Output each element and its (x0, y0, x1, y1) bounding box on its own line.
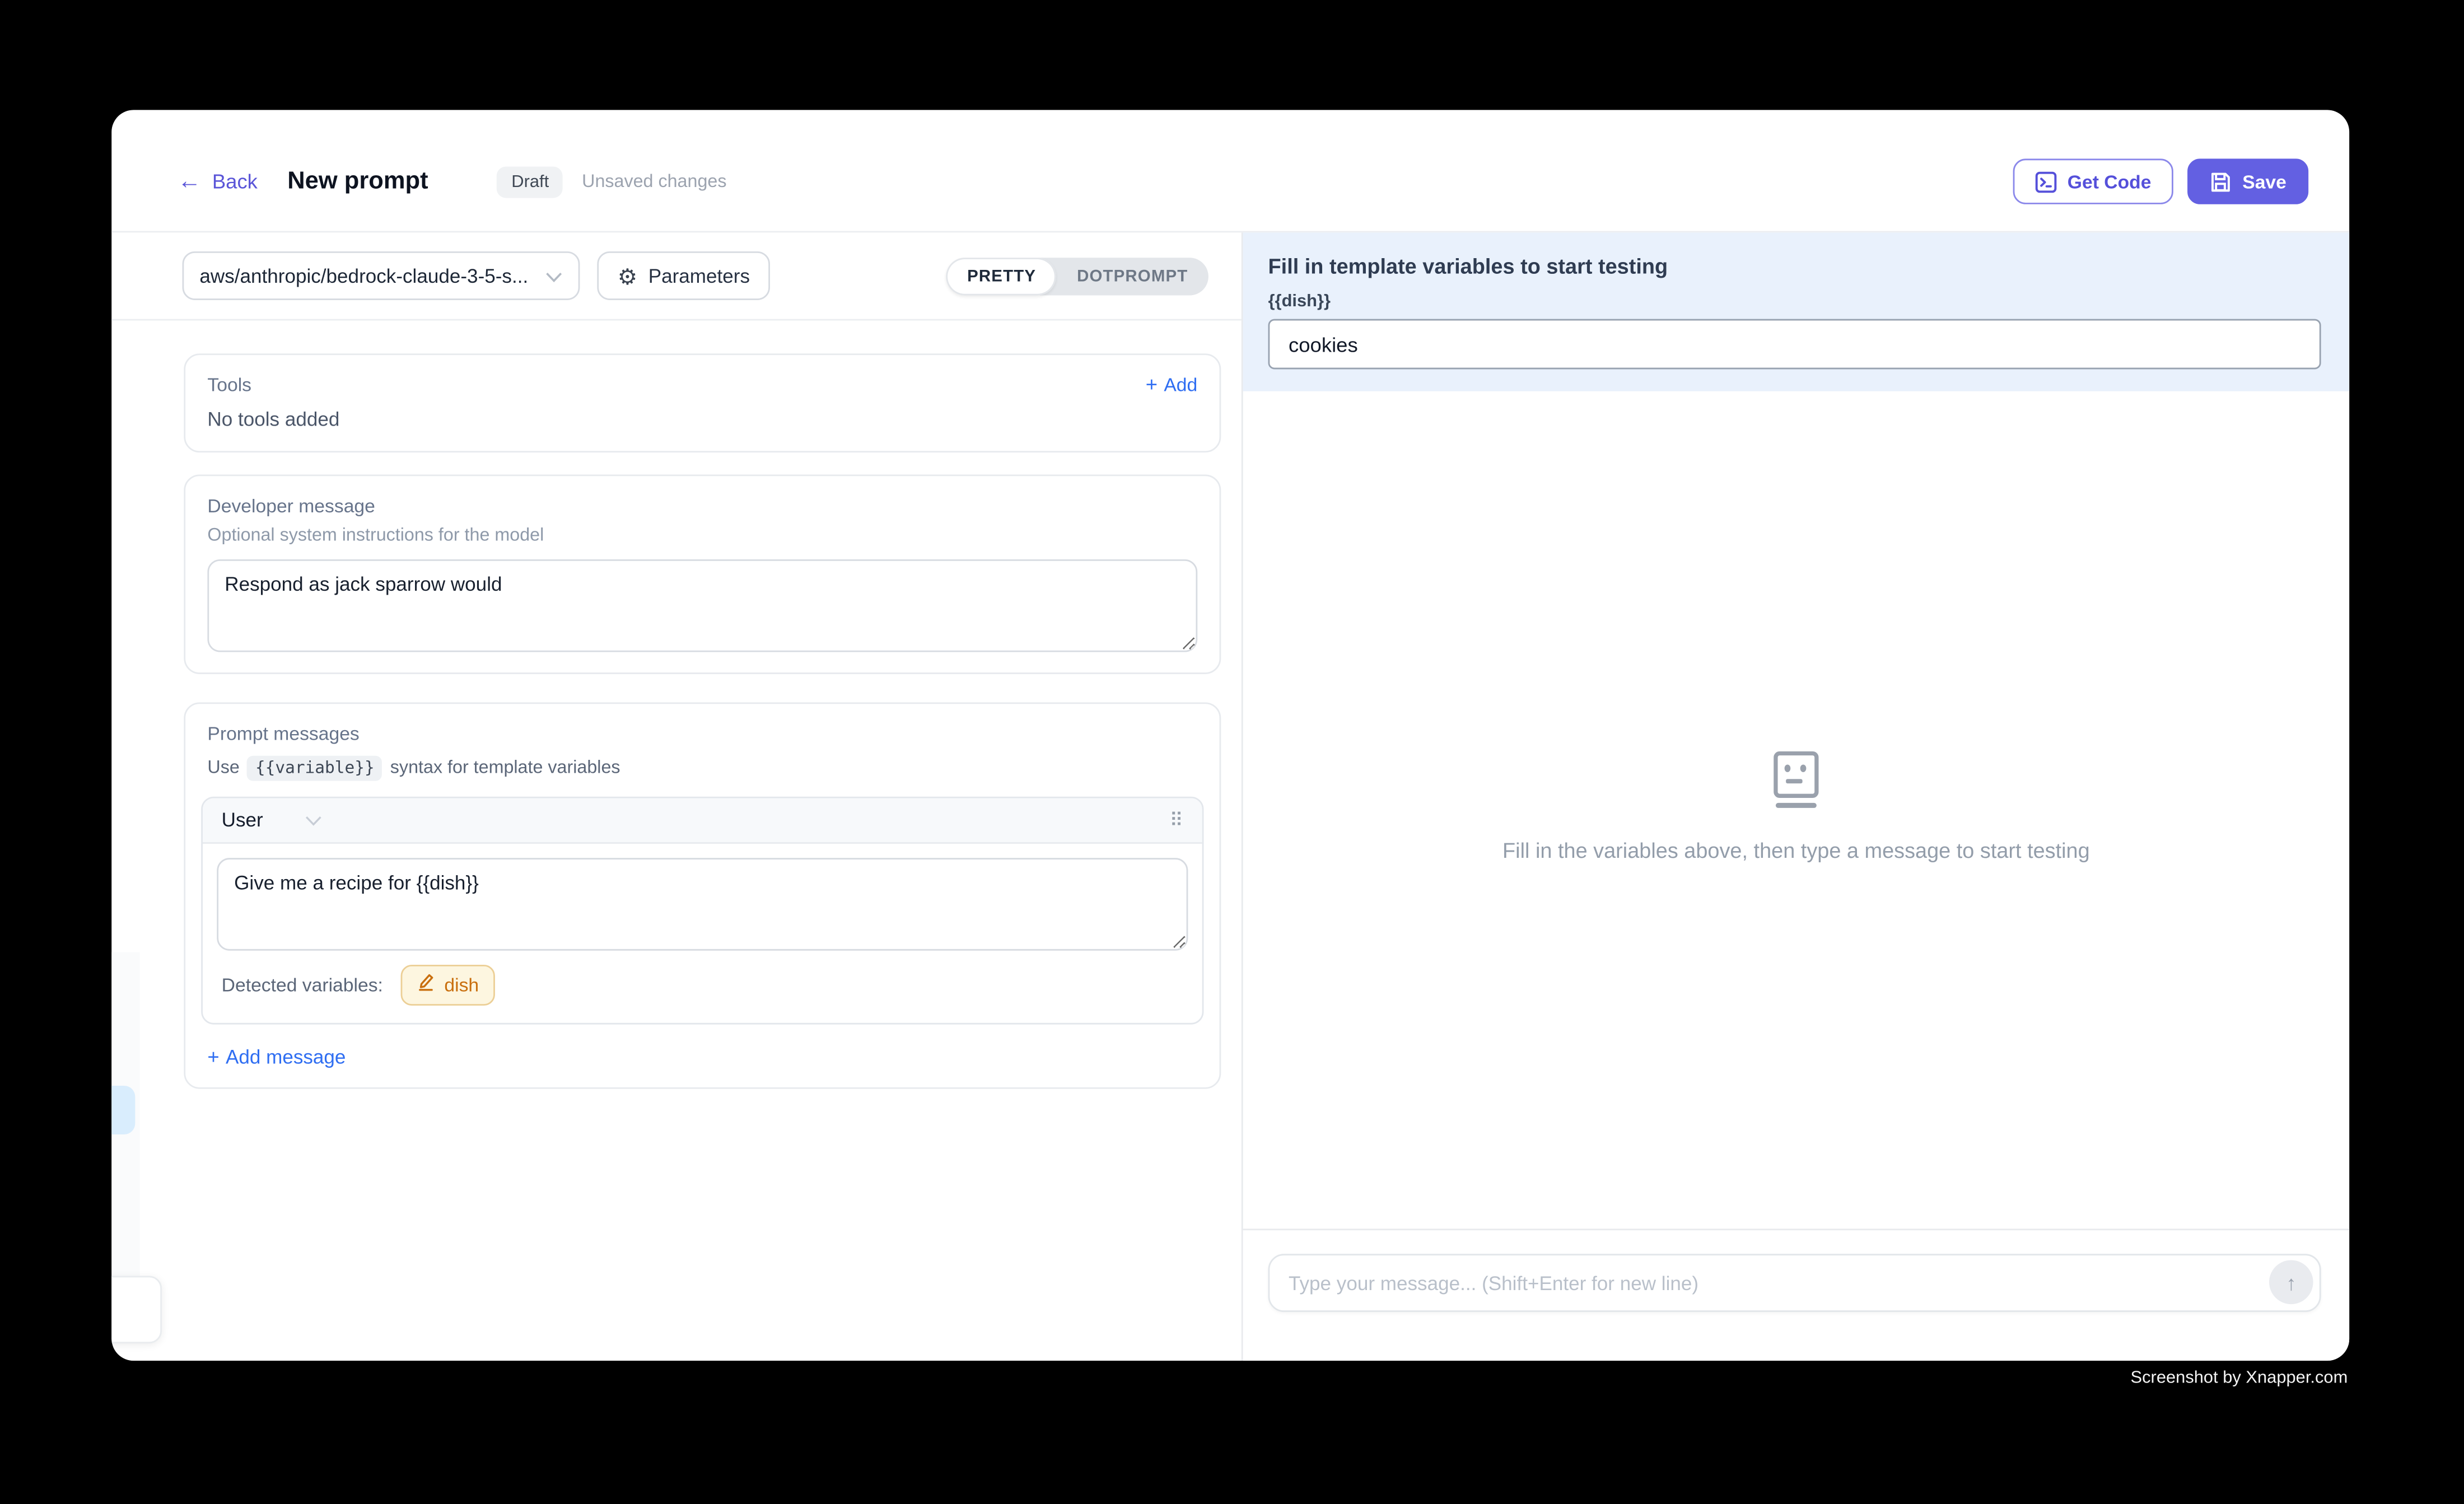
developer-message-card: Developer message Optional system instru… (184, 474, 1221, 674)
background-sidebar-card (111, 1276, 162, 1344)
chat-input-wrap: ↑ (1268, 1254, 2321, 1312)
parameters-button[interactable]: ⚙ Parameters (597, 251, 770, 300)
view-mode-toggle: PRETTY DOTPROMPT (947, 257, 1208, 295)
developer-message-textarea[interactable]: Respond as jack sparrow would (207, 559, 1197, 652)
save-label: Save (2242, 170, 2286, 192)
header: ← Back New prompt Draft Unsaved changes … (111, 110, 2349, 232)
get-code-button[interactable]: Get Code (2013, 158, 2173, 204)
template-variables-title: Fill in template variables to start test… (1268, 255, 2321, 278)
chat-message-input[interactable] (1270, 1255, 2319, 1310)
get-code-label: Get Code (2068, 170, 2152, 192)
prompt-editor-window: ← Back New prompt Draft Unsaved changes … (111, 110, 2349, 1361)
plus-icon: + (1146, 372, 1158, 396)
empty-state: Fill in the variables above, then type a… (1243, 751, 2350, 862)
prompt-config-panel: aws/anthropic/bedrock-claude-3-5-s... ⚙ … (111, 232, 1242, 1361)
message-block: User ⠿ Give me a recipe for {{dish}} (201, 797, 1203, 1025)
prompt-messages-card: Prompt messages Use {{variable}} syntax … (184, 702, 1221, 1089)
code-terminal-icon (2034, 170, 2056, 192)
developer-message-title: Developer message (207, 495, 1197, 517)
model-select-value: aws/anthropic/bedrock-claude-3-5-s... (199, 265, 545, 287)
tools-title: Tools (207, 373, 251, 395)
message-role-select[interactable]: User ⠿ (203, 798, 1202, 844)
draft-status-badge: Draft (497, 166, 563, 197)
model-select[interactable]: aws/anthropic/bedrock-claude-3-5-s... (183, 251, 580, 300)
parameters-label: Parameters (648, 265, 750, 287)
template-variables-section: Fill in template variables to start test… (1243, 232, 2350, 391)
config-cards: Tools + Add No tools added Developer mes… (111, 320, 1242, 1089)
chevron-down-icon (306, 806, 323, 835)
gear-icon: ⚙ (618, 265, 637, 287)
toggle-pretty[interactable]: PRETTY (947, 257, 1057, 295)
user-message-textarea[interactable]: Give me a recipe for {{dish}} (217, 858, 1188, 951)
save-button[interactable]: Save (2187, 158, 2308, 204)
background-sidebar-active-item[interactable] (111, 1086, 135, 1134)
save-floppy-icon (2209, 170, 2231, 192)
screenshot-viewport: ← Back New prompt Draft Unsaved changes … (0, 0, 2464, 1503)
hint-suffix: syntax for template variables (390, 759, 620, 778)
dish-variable-input[interactable] (1268, 319, 2321, 370)
chat-input-bar: ↑ (1243, 1229, 2350, 1361)
plus-icon: + (207, 1045, 219, 1068)
prompt-messages-title: Prompt messages (207, 723, 1197, 745)
add-tool-button[interactable]: + Add (1146, 372, 1197, 396)
test-panel: Fill in template variables to start test… (1242, 232, 2349, 1361)
variable-syntax-code: {{variable}} (248, 756, 382, 781)
tools-card: Tools + Add No tools added (184, 353, 1221, 452)
back-arrow-icon: ← (178, 170, 201, 193)
chevron-down-icon (545, 261, 563, 290)
unsaved-changes-text: Unsaved changes (582, 172, 726, 191)
developer-message-subtitle: Optional system instructions for the mod… (207, 526, 1197, 545)
send-message-button[interactable]: ↑ (2269, 1260, 2313, 1305)
add-message-button[interactable]: + Add message (207, 1045, 1197, 1068)
send-arrow-icon: ↑ (2286, 1271, 2296, 1294)
dish-variable-label: {{dish}} (1268, 292, 2321, 311)
watermark-text: Screenshot by Xnapper.com (2131, 1368, 2348, 1388)
hint-prefix: Use (207, 759, 239, 778)
variable-chip-label: dish (444, 974, 479, 996)
pencil-icon (416, 971, 435, 999)
tools-empty-text: No tools added (207, 409, 1197, 431)
model-toolbar: aws/anthropic/bedrock-claude-3-5-s... ⚙ … (111, 232, 1242, 320)
detected-variables-row: Detected variables: dish (222, 965, 1188, 1006)
drag-handle-icon[interactable]: ⠿ (1169, 811, 1183, 830)
robot-face-icon (1763, 751, 1829, 819)
add-message-label: Add message (226, 1045, 346, 1067)
back-button[interactable]: ← Back (178, 170, 258, 193)
toggle-dotprompt[interactable]: DOTPROMPT (1057, 257, 1208, 295)
message-role-value: User (222, 809, 263, 831)
add-tool-label: Add (1164, 373, 1197, 395)
page-title: New prompt (287, 167, 428, 196)
detected-variables-label: Detected variables: (222, 974, 383, 996)
empty-state-text: Fill in the variables above, then type a… (1243, 839, 2350, 862)
variable-chip-dish[interactable]: dish (400, 965, 494, 1006)
back-label: Back (212, 170, 258, 193)
variable-syntax-hint: Use {{variable}} syntax for template var… (207, 756, 1197, 781)
